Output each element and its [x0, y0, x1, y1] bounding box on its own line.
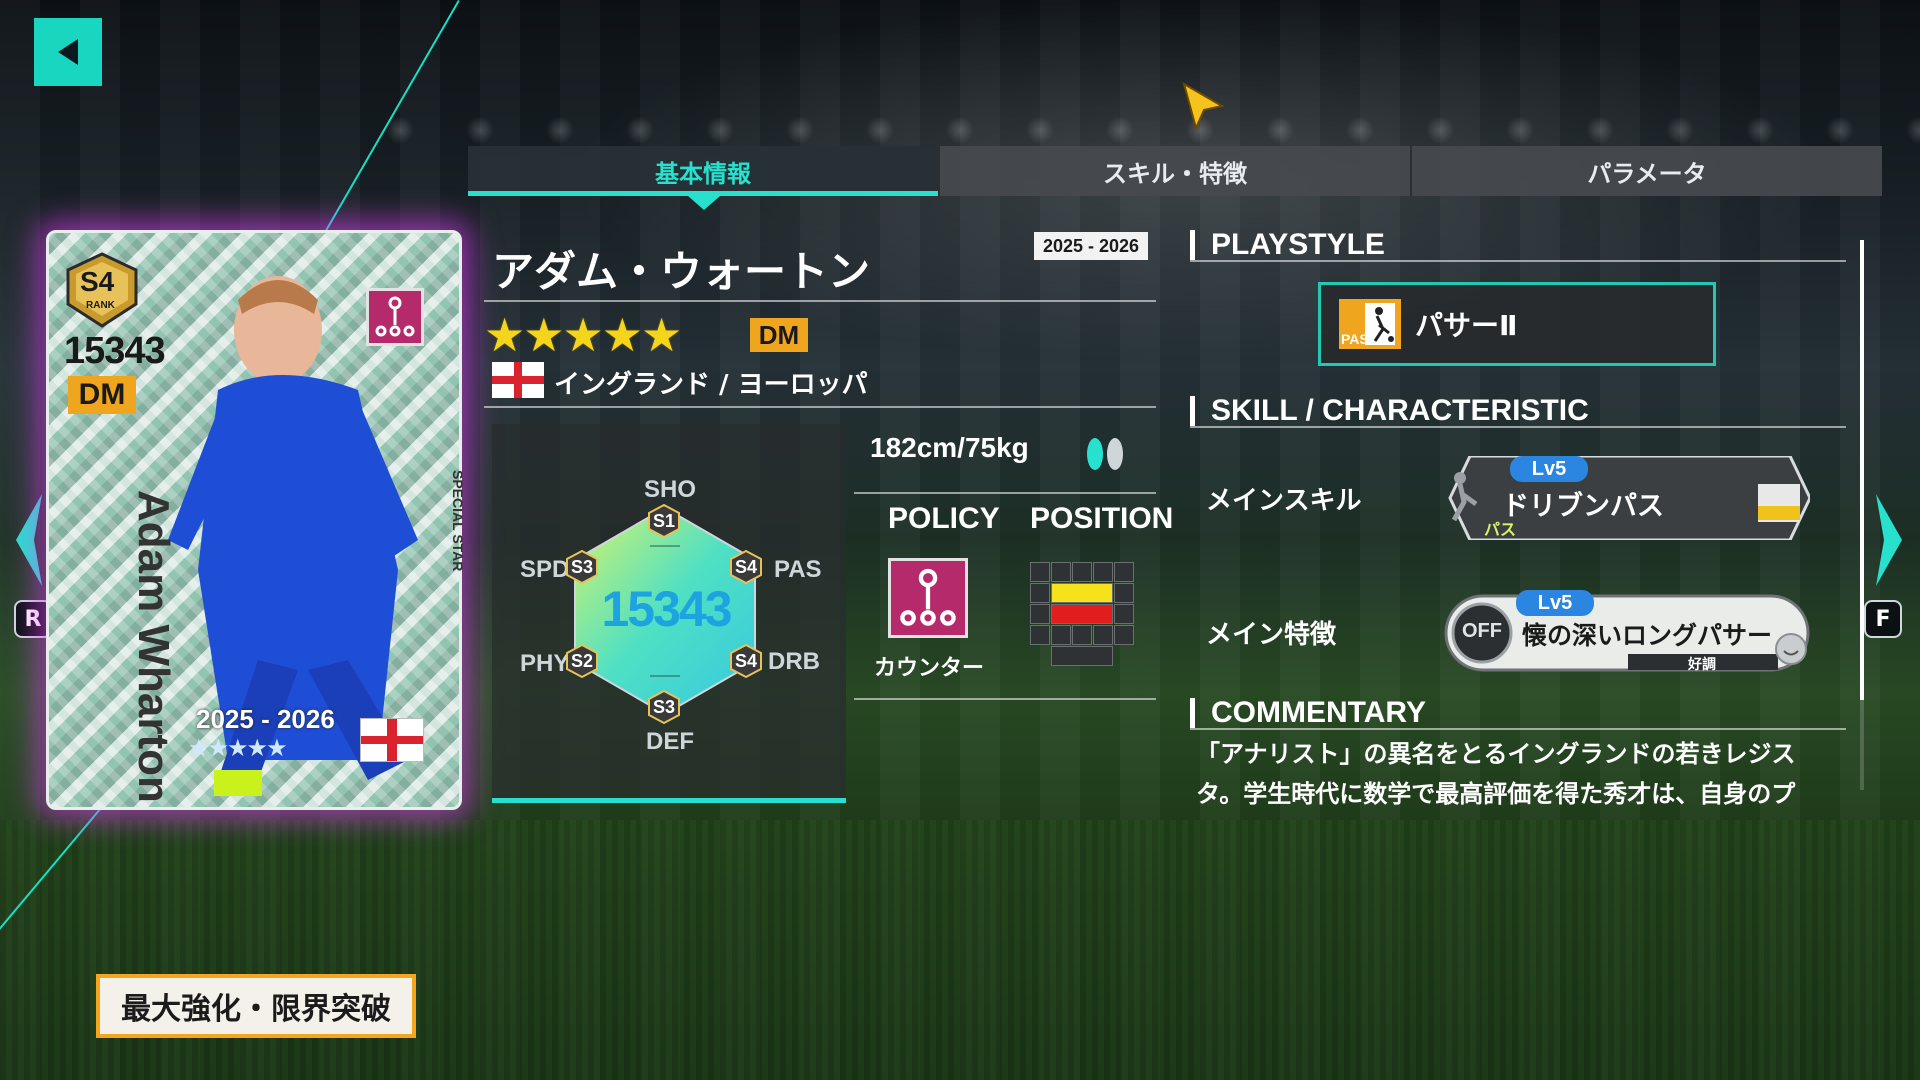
- season-tag: 2025 - 2026: [1034, 232, 1148, 260]
- tab-label: 基本情報: [655, 159, 751, 188]
- playstyle-name: パサーⅡ: [1415, 309, 1518, 342]
- divider: [854, 698, 1156, 700]
- skill-level: Lv5: [1510, 456, 1588, 482]
- stat-label-def: DEF: [646, 728, 694, 755]
- card-rank-label: RANK: [86, 300, 115, 311]
- card-player-name: Adam Wharton: [129, 490, 178, 803]
- stat-grade-sho: S1: [652, 510, 676, 531]
- preferred-foot-icon: [1087, 438, 1123, 470]
- next-key-hint: F: [1864, 600, 1902, 638]
- pointer-cursor-icon: [1182, 82, 1225, 131]
- back-button[interactable]: [34, 18, 102, 86]
- card-star-rating: ★★★★★: [188, 734, 288, 762]
- player-card[interactable]: S4 RANK 15343 DM Adam Wharton SPECIAL ST…: [46, 230, 466, 810]
- passer-playstyle-icon: PAS: [1339, 299, 1401, 349]
- stat-grade-spd: S3: [570, 556, 594, 577]
- stat-label-sho: SHO: [644, 476, 697, 503]
- card-overall: 15343: [64, 330, 166, 372]
- card-rank: S4: [80, 266, 115, 297]
- stat-label-drb: DRB: [768, 648, 820, 675]
- tab-skills-traits[interactable]: スキル・特徴: [938, 146, 1410, 196]
- tab-parameters[interactable]: パラメータ: [1410, 146, 1882, 196]
- playstyle-badge[interactable]: PAS パサーⅡ: [1318, 282, 1716, 366]
- player-name: アダム・ウォートン: [492, 247, 871, 296]
- card-position-badge: DM: [68, 376, 136, 414]
- trait-state: OFF: [1462, 620, 1502, 642]
- playstyle-heading: PLAYSTYLE: [1190, 230, 1385, 260]
- divider: [484, 406, 1156, 408]
- stat-grade-phy: S2: [570, 650, 594, 671]
- stat-panel-accent: [492, 798, 846, 803]
- back-arrow-icon: [58, 39, 78, 65]
- main-skill-label: メインスキル: [1206, 486, 1362, 516]
- card-season: 2025 - 2026: [196, 704, 335, 734]
- tab-active-pointer: [688, 196, 720, 210]
- trait-level: Lv5: [1516, 590, 1594, 616]
- nationality: イングランド / ヨーロッパ: [554, 370, 868, 400]
- divider: [854, 492, 1156, 494]
- max-enhance-button[interactable]: 最大強化・限界突破: [96, 974, 416, 1038]
- previous-player-arrow[interactable]: [8, 490, 48, 590]
- policy-heading: POLICY: [888, 502, 1000, 535]
- tab-basic-info[interactable]: 基本情報: [468, 146, 938, 196]
- pitch-grass: [0, 820, 1920, 1080]
- divider: [484, 300, 1156, 302]
- star-rating: ★★★★★: [484, 308, 682, 362]
- skill-tag: パス: [1484, 520, 1517, 539]
- condition-smile-icon: [1775, 633, 1807, 665]
- divider: [1190, 426, 1846, 428]
- stat-grade-drb: S4: [734, 650, 758, 671]
- trait-condition: 好調: [1688, 657, 1716, 673]
- commentary-heading: COMMENTARY: [1190, 698, 1426, 728]
- overall-value: 15343: [601, 581, 732, 637]
- stat-grade-def: S3: [652, 696, 676, 717]
- position-map: [1030, 562, 1136, 668]
- stadium-lights: [380, 110, 1920, 150]
- tab-label: パラメータ: [1587, 159, 1707, 188]
- divider: [1190, 260, 1846, 262]
- stat-grade-pas: S4: [734, 556, 758, 577]
- height-weight: 182cm/75kg: [870, 432, 1029, 463]
- tab-label: スキル・特徴: [1103, 159, 1247, 188]
- playstyle-icon-label: PAS: [1341, 331, 1369, 347]
- dribble-pass-icon: [1451, 472, 1478, 522]
- position-badge: DM: [750, 318, 808, 352]
- commentary-text: 「アナリスト」の異名をとるイングランドの若きレジスタ。学生時代に数学で最高評価を…: [1196, 740, 1796, 808]
- stat-label-pas: PAS: [774, 556, 822, 583]
- main-trait-label: メイン特徴: [1206, 620, 1337, 650]
- england-flag-icon: [492, 362, 544, 398]
- main-trait-plate[interactable]: OFF Lv5 懐の深いロングパサー 好調: [1440, 590, 1814, 674]
- skill-heading: SKILL / CHARACTERISTIC: [1190, 396, 1589, 426]
- divider: [1190, 728, 1846, 730]
- policy-name: カウンター: [873, 656, 984, 681]
- trait-name: 懐の深いロングパサー: [1522, 621, 1773, 650]
- main-skill-plate[interactable]: Lv5 ドリブンパス パス: [1440, 456, 1810, 540]
- stat-label-phy: PHY: [520, 650, 570, 677]
- next-player-arrow[interactable]: [1870, 490, 1910, 590]
- skill-name: ドリブンパス: [1502, 491, 1664, 522]
- tab-bar: 基本情報 スキル・特徴 パラメータ: [468, 146, 1882, 196]
- stat-label-spd: SPD: [520, 556, 570, 583]
- position-heading: POSITION: [1030, 502, 1174, 535]
- policy-counter-icon: [888, 558, 968, 638]
- card-side-text: SPECIAL STAR: [450, 470, 466, 572]
- card-policy-counter-icon: [366, 288, 424, 346]
- england-flag-icon: [360, 718, 424, 762]
- scrollbar-thumb[interactable]: [1860, 240, 1864, 700]
